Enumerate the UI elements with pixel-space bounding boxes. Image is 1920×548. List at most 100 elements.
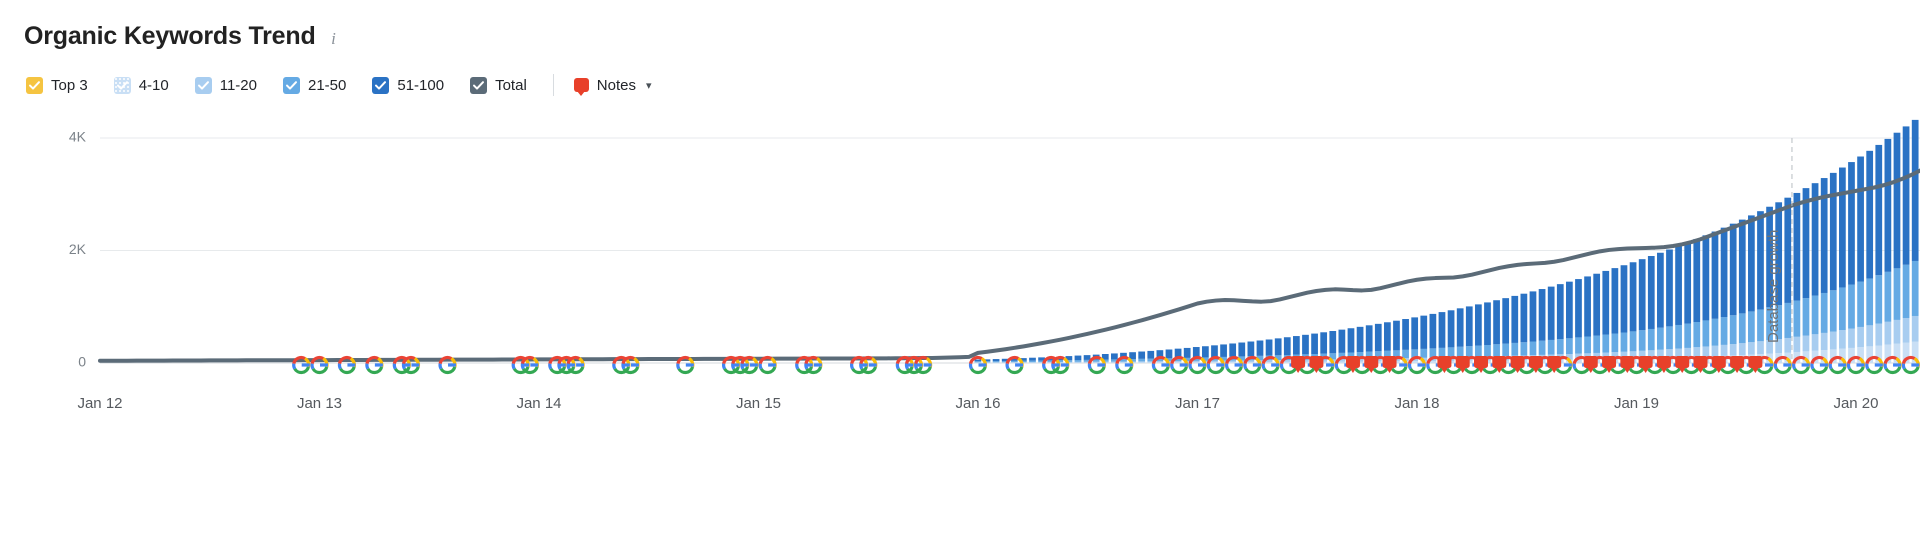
organic-keywords-chart[interactable]: 02K4KDatabase growthJan 12 Jan 13 Jan 14 Ja… <box>0 118 1920 548</box>
google-g-arc <box>1901 363 1906 370</box>
bar-segment <box>1265 339 1273 356</box>
bar-segment <box>1165 349 1173 359</box>
legend-label: Top 3 <box>51 76 88 94</box>
bar-segment <box>1502 343 1510 356</box>
bar-segment <box>1757 309 1764 342</box>
google-g-arc <box>1407 363 1412 370</box>
legend-item-11-20[interactable]: 11-20 <box>194 76 257 94</box>
bar-segment <box>1575 337 1582 354</box>
bar-segment <box>1538 340 1546 355</box>
google-g-arc <box>1188 363 1193 370</box>
bar-segment <box>1010 362 1018 364</box>
checkbox-11-20[interactable] <box>194 76 212 94</box>
bar-segment <box>1083 355 1091 360</box>
google-g-arc <box>1334 363 1339 370</box>
bar-segment <box>1875 275 1883 324</box>
google-g-icon[interactable] <box>1773 355 1792 375</box>
bar-segment <box>1811 295 1819 335</box>
google-g-arc <box>548 363 553 370</box>
bar-segment <box>1720 344 1728 356</box>
bar-segment <box>1475 304 1482 346</box>
bar-segment <box>1702 235 1710 321</box>
chart-area: 0 2K 4K Database growth Jan 12 Jan 13 Jan 14 Ja… <box>0 118 1920 548</box>
bar-segment <box>974 362 982 364</box>
check-icon <box>286 80 297 90</box>
bar-segment <box>1411 317 1419 350</box>
legend-label: 4-10 <box>138 76 169 94</box>
bar-segment <box>1229 360 1237 363</box>
bar-segment <box>1684 323 1692 348</box>
info-icon[interactable]: i <box>326 29 342 48</box>
note-pin-body <box>1510 356 1525 368</box>
bar-segment <box>1666 249 1673 327</box>
bar-segment <box>1029 362 1036 364</box>
bar-segment <box>992 362 1000 363</box>
checkbox-top-3[interactable] <box>26 76 43 94</box>
bar-segment <box>1010 360 1018 363</box>
checkbox-21-50[interactable] <box>283 76 300 94</box>
google-g-arc <box>622 366 640 375</box>
x-axis-tick-label: Jan 12 <box>77 395 122 412</box>
google-g-arc <box>1224 363 1230 370</box>
total-line <box>98 168 1920 363</box>
bar-segment <box>1711 345 1719 357</box>
bar-segment <box>1256 340 1264 356</box>
bar-segment <box>1857 281 1864 327</box>
bar-segment <box>1657 327 1664 350</box>
y-axis-tick-label: 0 <box>78 354 86 370</box>
checkbox-total[interactable] <box>470 76 488 94</box>
google-g-arc <box>1828 363 1833 370</box>
bar-segment <box>1911 260 1919 316</box>
bar-segment <box>1156 362 1164 363</box>
bar-segment <box>1629 331 1637 352</box>
bar-segment <box>1111 353 1118 360</box>
bar-segment <box>1802 335 1810 352</box>
bar-segment <box>1729 315 1737 345</box>
google-g-icon[interactable] <box>1865 355 1884 375</box>
bar-segment <box>1911 315 1919 342</box>
bar-segment <box>1402 319 1409 350</box>
legend-item-top-3[interactable]: Top 3 <box>26 76 88 94</box>
bar-segment <box>1866 325 1874 347</box>
bar-segment <box>1884 271 1892 322</box>
legend-item-total[interactable]: Total <box>470 76 527 94</box>
bar-segment <box>1793 192 1801 301</box>
google-g-arc <box>1848 366 1865 375</box>
x-axis-tick-label: Jan 20 <box>1833 395 1878 412</box>
legend-item-21-50[interactable]: 21-50 <box>283 76 346 94</box>
google-g-icon[interactable] <box>1810 355 1829 375</box>
google-g-icon[interactable] <box>1846 355 1866 375</box>
google-g-arc <box>403 366 420 375</box>
note-pin-body <box>1547 356 1562 368</box>
legend-item-4-10[interactable]: 4-10 <box>113 76 169 94</box>
bar-segment <box>1748 215 1755 312</box>
google-g-icon[interactable] <box>1901 355 1920 375</box>
google-g-arc <box>566 363 571 370</box>
notes-dropdown[interactable]: Notes ▾ <box>573 77 652 96</box>
bar-segment <box>1684 242 1692 324</box>
check-icon <box>116 80 128 90</box>
google-g-arc <box>970 366 987 375</box>
legend-item-51-100[interactable]: 51-100 <box>372 76 444 94</box>
checkbox-4-10[interactable] <box>113 76 131 94</box>
note-pin-body <box>1364 356 1379 368</box>
google-g-arc <box>850 363 855 370</box>
google-g-bar <box>1765 363 1774 367</box>
google-g-icon[interactable] <box>1883 355 1902 375</box>
note-pin-body <box>1437 356 1452 368</box>
bar-segment <box>1074 361 1082 363</box>
bar-segment <box>1138 351 1146 359</box>
bar-segment <box>1074 355 1082 361</box>
bar-segment <box>1848 284 1855 329</box>
google-g-bar <box>1874 363 1883 367</box>
x-axis-tick-label: Jan 16 <box>955 395 1000 412</box>
bar-segment <box>1748 311 1755 343</box>
google-g-arc <box>1052 366 1070 375</box>
checkbox-51-100[interactable] <box>372 76 390 94</box>
google-g-icon[interactable] <box>1828 355 1847 375</box>
google-g-arc <box>1262 366 1280 375</box>
bar-segment <box>1338 329 1346 353</box>
google-g-arc <box>401 363 406 370</box>
bar-segment <box>1174 361 1182 363</box>
google-g-icon[interactable] <box>1792 355 1811 375</box>
